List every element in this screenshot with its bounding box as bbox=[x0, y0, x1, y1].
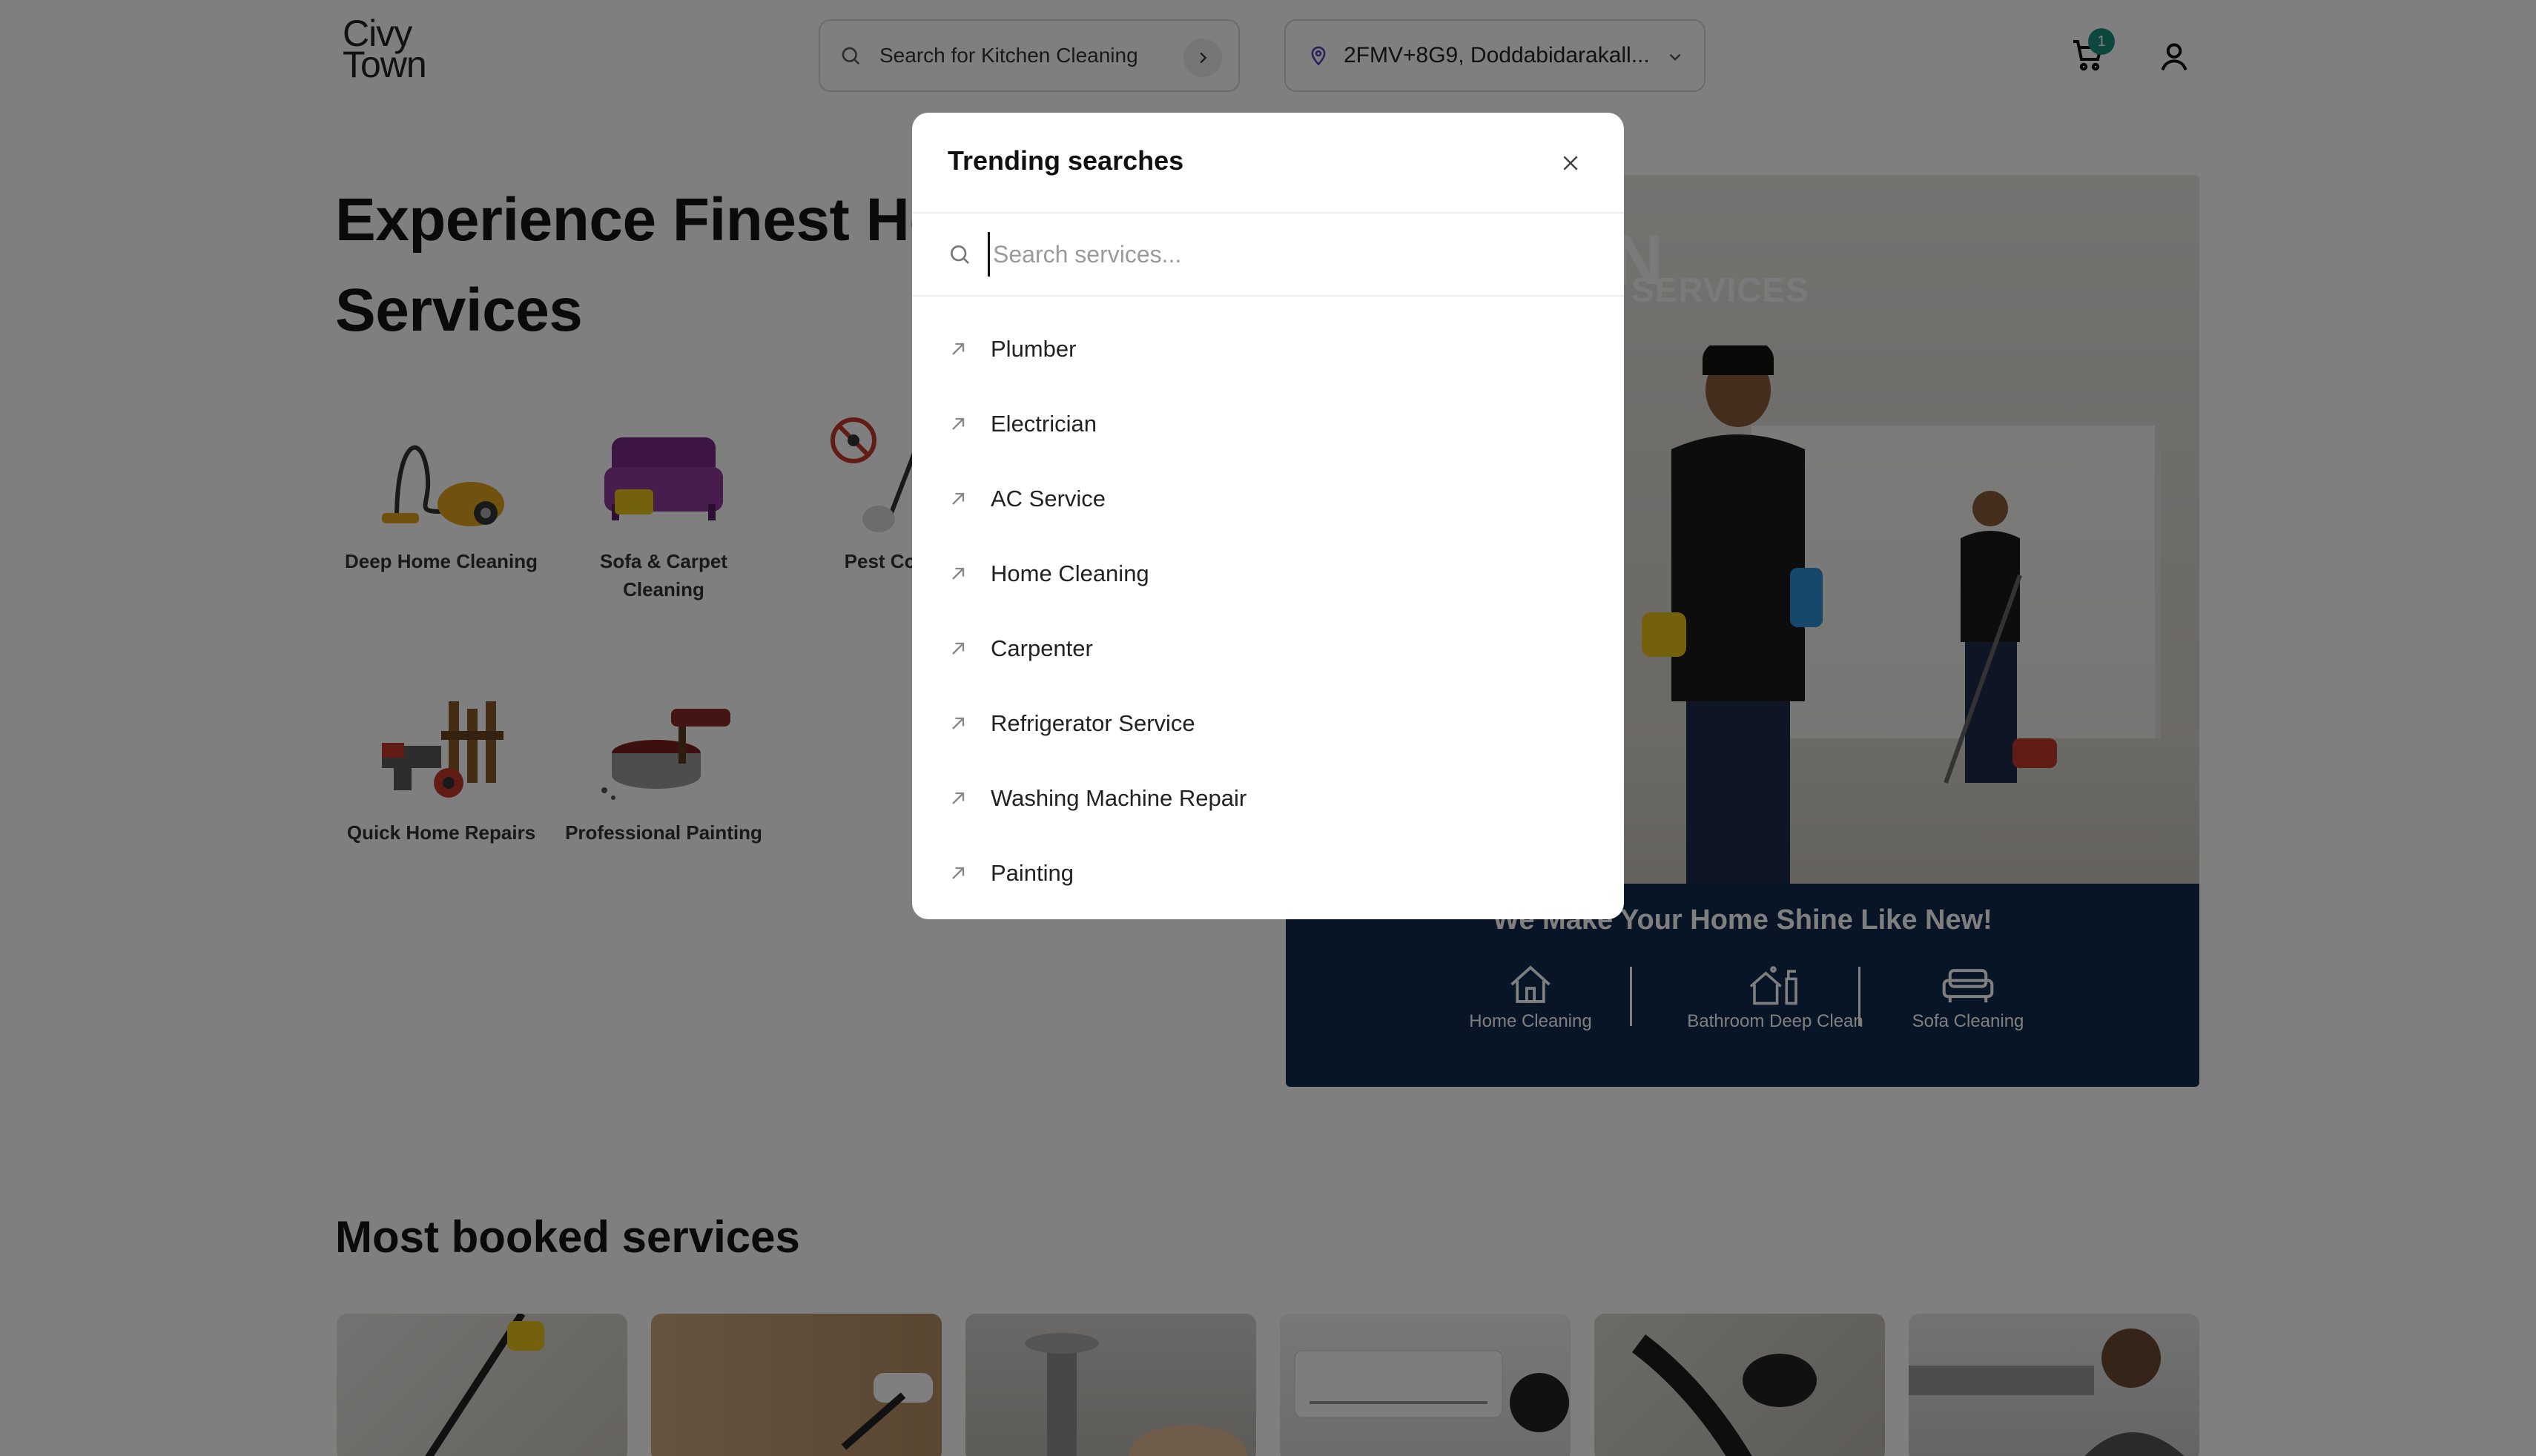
page: Civy Town Search for Kitchen Cleaning 2F… bbox=[0, 0, 2536, 1456]
trending-item[interactable]: AC Service bbox=[912, 461, 1624, 536]
trending-item-label: Washing Machine Repair bbox=[991, 784, 1247, 811]
search-services-input[interactable] bbox=[988, 232, 1581, 277]
trending-item-label: Plumber bbox=[991, 335, 1077, 362]
close-icon bbox=[1563, 156, 1578, 171]
trending-item[interactable]: Electrician bbox=[912, 386, 1624, 461]
search-icon bbox=[951, 245, 969, 264]
arrow-up-right-icon bbox=[952, 417, 965, 430]
trending-item-label: Refrigerator Service bbox=[991, 709, 1195, 736]
trending-item[interactable]: Refrigerator Service bbox=[912, 686, 1624, 761]
trending-item[interactable]: Plumber bbox=[912, 311, 1624, 386]
trending-item-label: AC Service bbox=[991, 485, 1106, 512]
arrow-up-right-icon bbox=[952, 792, 965, 804]
trending-list: Plumber Electrician AC Service Home Clea… bbox=[912, 311, 1624, 910]
arrow-up-right-icon bbox=[952, 492, 965, 505]
trending-searches-modal: Trending searches Plumber Electrician AC… bbox=[912, 113, 1624, 919]
trending-item-label: Home Cleaning bbox=[991, 560, 1149, 586]
trending-item-label: Carpenter bbox=[991, 635, 1093, 661]
arrow-up-right-icon bbox=[952, 642, 965, 655]
trending-item[interactable]: Washing Machine Repair bbox=[912, 761, 1624, 835]
trending-item[interactable]: Home Cleaning bbox=[912, 536, 1624, 611]
trending-item-label: Electrician bbox=[991, 410, 1097, 437]
arrow-up-right-icon bbox=[952, 567, 965, 580]
arrow-up-right-icon bbox=[952, 717, 965, 729]
trending-item-label: Painting bbox=[991, 859, 1074, 886]
close-button[interactable] bbox=[1554, 147, 1587, 179]
trending-item[interactable]: Painting bbox=[912, 835, 1624, 910]
arrow-up-right-icon bbox=[952, 867, 965, 879]
trending-item[interactable]: Carpenter bbox=[912, 611, 1624, 686]
modal-search-row bbox=[912, 214, 1624, 297]
modal-header: Trending searches bbox=[912, 113, 1624, 214]
arrow-up-right-icon bbox=[952, 343, 965, 355]
modal-title: Trending searches bbox=[948, 145, 1184, 176]
